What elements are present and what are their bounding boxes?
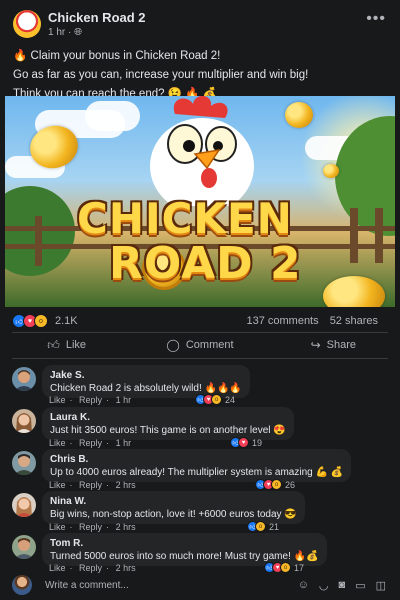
avatar[interactable]: [12, 535, 36, 559]
camera-icon[interactable]: ◙: [339, 579, 346, 592]
globe-icon: 🌐︎: [74, 27, 83, 38]
comment-reaction-count: 26: [285, 479, 296, 490]
comment-reaction-count: 21: [269, 521, 280, 532]
fence: [350, 208, 358, 263]
comment-time[interactable]: 2 hrs: [116, 522, 136, 532]
comment-links: Like · Reply · 2 hrs: [49, 522, 136, 532]
wow-reaction-icon: o: [255, 521, 266, 532]
comment-like-link[interactable]: Like: [49, 438, 66, 448]
more-options-icon[interactable]: •••: [366, 10, 386, 28]
like-button[interactable]: 👍︎ Like: [0, 333, 133, 357]
comment-label: Comment: [185, 339, 234, 351]
comment-item: Tom R. Turned 5000 euros into so much mo…: [12, 533, 392, 573]
comment-author[interactable]: Chris B.: [50, 453, 343, 466]
comment-links: Like · Reply · 1 hr: [49, 438, 132, 448]
image-title-line2: ROAD 2: [109, 238, 302, 289]
comment-reaction-count: 17: [294, 562, 305, 573]
thumbs-up-icon: 👍︎: [47, 337, 60, 352]
share-icon: ↪: [310, 338, 321, 352]
comment-like-link[interactable]: Like: [49, 522, 66, 532]
composer-tools: ☺ ◡ ◙ ▭ ◫: [298, 579, 386, 592]
avatar[interactable]: [12, 367, 36, 391]
avatar[interactable]: [12, 493, 36, 517]
image-title-line1: CHICKEN: [77, 194, 293, 243]
comment-time[interactable]: 1 hr: [116, 438, 132, 448]
chicken-mascot: [150, 96, 254, 206]
comment-reply-link[interactable]: Reply: [79, 522, 102, 532]
comment-author[interactable]: Nina W.: [50, 495, 297, 508]
comment-time[interactable]: 2 hrs: [116, 480, 136, 490]
comment-item: Jake S. Chicken Road 2 is absolutely wil…: [12, 365, 392, 405]
post-header: Chicken Road 2 1 hr · 🌐︎ •••: [0, 0, 400, 42]
comment-reactions[interactable]: 👍︎ ♥ o 24: [195, 394, 235, 405]
gold-coin: [323, 276, 385, 307]
gold-coin: [323, 164, 339, 178]
gold-coin: [285, 102, 313, 128]
avatar[interactable]: [12, 451, 36, 475]
comment-input[interactable]: Write a comment...: [45, 580, 129, 591]
comment-bubble: Laura K. Just hit 3500 euros! This game …: [42, 407, 294, 440]
wow-reaction-icon: o: [271, 479, 282, 490]
gif-icon[interactable]: ▭: [355, 579, 365, 592]
fence: [375, 208, 383, 263]
comment-reaction-count: 19: [252, 437, 263, 448]
page-avatar[interactable]: [13, 10, 41, 38]
wow-reaction-icon: o: [211, 394, 222, 405]
divider: [12, 358, 388, 359]
avatar[interactable]: [12, 409, 36, 433]
emoji-icon[interactable]: ◡: [319, 579, 329, 592]
share-count[interactable]: 52 shares: [330, 315, 378, 327]
comment-reactions[interactable]: 👍︎ ♥ o 26: [255, 479, 295, 490]
comment-links: Like · Reply · 1 hr: [49, 395, 132, 405]
post-time[interactable]: 1 hr: [48, 27, 65, 38]
like-label: Like: [65, 339, 87, 351]
comment-reply-link[interactable]: Reply: [79, 395, 102, 405]
comment-text: Big wins, non-stop action, love it! +600…: [50, 509, 297, 520]
comment-reaction-count: 24: [225, 394, 236, 405]
fence: [35, 216, 42, 266]
reaction-icons[interactable]: 👍︎ ♥ o: [12, 314, 48, 328]
comment-bubble: Nina W. Big wins, non-stop action, love …: [42, 491, 305, 524]
comment-bubble: Chris B. Up to 4000 euros already! The m…: [42, 449, 352, 482]
comment-author[interactable]: Tom R.: [50, 537, 319, 550]
avatar[interactable]: [12, 575, 32, 595]
comment-item: Laura K. Just hit 3500 euros! This game …: [12, 407, 392, 448]
reaction-count[interactable]: 2.1K: [55, 315, 78, 327]
wow-reaction-icon: o: [34, 314, 48, 328]
comment-links: Like · Reply · 2 hrs: [49, 480, 136, 490]
comment-like-link[interactable]: Like: [49, 395, 66, 405]
caption-line: 🔥 Claim your bonus in Chicken Road 2!: [13, 50, 221, 62]
comment-reply-link[interactable]: Reply: [79, 480, 102, 490]
comment-reactions[interactable]: 👍︎ o 21: [247, 521, 279, 532]
comment-reply-link[interactable]: Reply: [79, 438, 102, 448]
comment-count[interactable]: 137 comments: [246, 315, 318, 327]
page-name[interactable]: Chicken Road 2: [48, 10, 146, 25]
reactions-summary: 👍︎ ♥ o 2.1K 137 comments 52 shares: [0, 312, 400, 330]
post-actions: 👍︎ Like ◯ Comment ↪ Share: [0, 333, 400, 357]
comment-author[interactable]: Jake S.: [50, 369, 242, 382]
comment-text: Up to 4000 euros already! The multiplier…: [50, 467, 344, 478]
caption-line: Go as far as you can, increase your mult…: [13, 69, 309, 81]
comment-time[interactable]: 1 hr: [116, 395, 132, 405]
share-label: Share: [326, 339, 357, 351]
comment-text: Just hit 3500 euros! This game is on ano…: [50, 425, 286, 436]
sticker-pack-icon[interactable]: ◫: [376, 579, 386, 592]
comment-reactions[interactable]: 👍︎ ♥ 19: [230, 437, 262, 448]
comment-icon: ◯: [166, 338, 180, 352]
post-image[interactable]: CHICKEN ROAD 2: [5, 96, 395, 307]
comment-button[interactable]: ◯ Comment: [133, 333, 266, 357]
comment-composer: Write a comment... ☺ ◡ ◙ ▭ ◫: [0, 572, 400, 600]
engagement-counts: 137 comments 52 shares: [238, 315, 378, 327]
comment-like-link[interactable]: Like: [49, 480, 66, 490]
love-reaction-icon: ♥: [238, 437, 249, 448]
sticker-icon[interactable]: ☺: [298, 579, 309, 592]
share-button[interactable]: ↪ Share: [267, 333, 400, 357]
post-meta: 1 hr · 🌐︎: [48, 27, 83, 38]
comment-item: Chris B. Up to 4000 euros already! The m…: [12, 449, 392, 490]
comment-author[interactable]: Laura K.: [50, 411, 286, 424]
cloud: [85, 101, 140, 131]
comment-item: Nina W. Big wins, non-stop action, love …: [12, 491, 392, 532]
